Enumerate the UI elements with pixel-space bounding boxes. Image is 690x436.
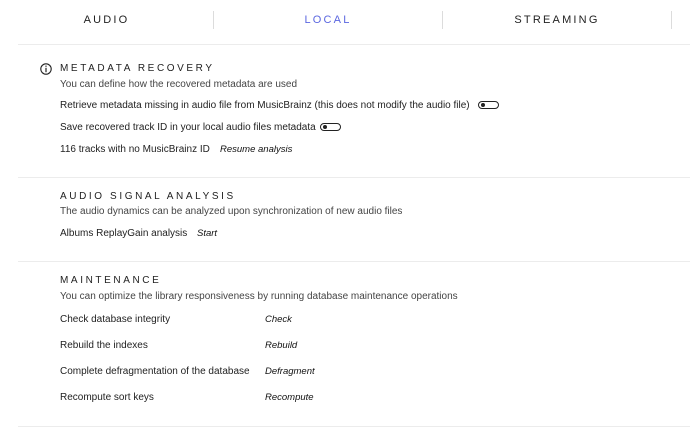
tracks-without-id-label: 116 tracks with no MusicBrainz ID <box>60 144 210 155</box>
save-track-id-label: Save recovered track ID in your local au… <box>60 122 316 133</box>
save-track-id-toggle[interactable] <box>320 123 341 131</box>
replaygain-label: Albums ReplayGain analysis <box>60 228 188 239</box>
check-button[interactable]: Check <box>265 314 292 325</box>
retrieve-metadata-label: Retrieve metadata missing in audio file … <box>60 100 470 111</box>
tabs-divider <box>18 44 690 45</box>
section-divider <box>18 261 690 262</box>
retrieve-metadata-toggle[interactable] <box>478 101 499 109</box>
toggle-knob <box>322 125 327 129</box>
toggle-knob <box>480 103 485 107</box>
rebuild-button[interactable]: Rebuild <box>265 340 297 351</box>
rebuild-indexes-label: Rebuild the indexes <box>60 340 148 351</box>
recompute-button[interactable]: Recompute <box>265 392 314 403</box>
info-icon <box>40 63 52 75</box>
defragmentation-label: Complete defragmentation of the database <box>60 366 250 377</box>
section-description: You can define how the recovered metadat… <box>60 79 298 90</box>
tab-streaming[interactable]: STREAMING <box>443 0 671 40</box>
tab-audio[interactable]: AUDIO <box>0 0 213 40</box>
section-title: METADATA RECOVERY <box>60 63 215 74</box>
defragment-button[interactable]: Defragment <box>265 366 315 377</box>
section-description: You can optimize the library responsiven… <box>60 291 458 302</box>
tab-local[interactable]: LOCAL <box>214 0 442 40</box>
start-analysis-button[interactable]: Start <box>197 228 217 239</box>
section-title: MAINTENANCE <box>60 275 162 286</box>
section-divider <box>18 177 690 178</box>
tab-divider <box>671 11 672 29</box>
section-divider <box>18 426 690 427</box>
section-description: The audio dynamics can be analyzed upon … <box>60 206 403 217</box>
recompute-sort-keys-label: Recompute sort keys <box>60 392 154 403</box>
check-integrity-label: Check database integrity <box>60 314 171 325</box>
tab-bar: AUDIO LOCAL STREAMING <box>0 0 690 40</box>
section-title: AUDIO SIGNAL ANALYSIS <box>60 191 236 202</box>
resume-analysis-button[interactable]: Resume analysis <box>220 144 292 155</box>
